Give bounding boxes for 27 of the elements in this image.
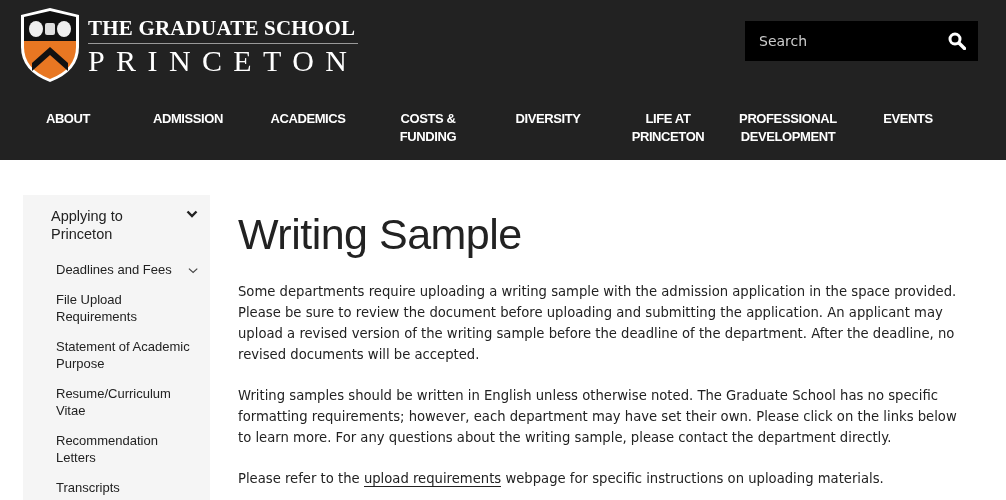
page-title: Writing Sample bbox=[238, 210, 523, 259]
sidebar-item[interactable]: Deadlines and Fees bbox=[56, 261, 188, 278]
logo-wordmark[interactable]: PRINCETON bbox=[88, 44, 359, 78]
nav-link[interactable]: EVENTS bbox=[856, 90, 960, 146]
body-paragraph: Writing samples should be written in English unless otherwise noted. The Graduate School has no specific formatting requirements; however, each department may have set their own. Please click on the links below to learn more. For any questions about the writing sample, please contact the department directly. bbox=[238, 387, 958, 447]
nav-link[interactable]: LIFE AT PRINCETON bbox=[616, 90, 720, 146]
nav-link[interactable]: DIVERSITY bbox=[496, 90, 600, 146]
nav-link[interactable]: COSTS & FUNDING bbox=[376, 90, 480, 146]
shield-drawing[interactable] bbox=[18, 7, 82, 83]
logo-title[interactable]: THE GRADUATE SCHOOL bbox=[88, 16, 359, 44]
nav-link[interactable]: ADMISSION bbox=[136, 90, 240, 146]
chevron-icon[interactable] bbox=[186, 210, 198, 218]
body-paragraph: Some departments require uploading a writing sample with the admission application in the space provided. Please be sure to review the document before uploading and submitting the application. An applicant may upload a revised version of the writing sample before the deadline of the department. After the deadline, no revised documents will be accepted. bbox=[238, 283, 958, 364]
body-paragraph: Please refer to the upload requirements webpage for specific instructions on uploading materials. bbox=[238, 470, 885, 489]
sidebar-item[interactable]: Transcripts bbox=[56, 479, 198, 496]
sidebar-item[interactable]: Applying to Princeton bbox=[51, 207, 161, 243]
nav-link[interactable]: ACADEMICS bbox=[256, 90, 360, 146]
nav-link[interactable]: PROFESSIONAL DEVELOPMENT bbox=[736, 90, 840, 146]
nav-link[interactable]: ABOUT bbox=[16, 90, 120, 146]
sidebar-item[interactable]: Statement of Academic Purpose bbox=[56, 338, 198, 372]
upload-requirements-link[interactable]: upload requirements bbox=[363, 471, 502, 487]
sidebar-item[interactable]: Recommendation Letters bbox=[56, 432, 198, 466]
search-field[interactable]: Search bbox=[745, 21, 978, 61]
sidebar-item[interactable]: Resume/Curriculum Vitae bbox=[56, 385, 198, 419]
chevron-icon[interactable] bbox=[187, 267, 198, 274]
sidebar-item[interactable]: File Upload Requirements bbox=[56, 291, 198, 325]
search-icon[interactable] bbox=[948, 32, 966, 50]
